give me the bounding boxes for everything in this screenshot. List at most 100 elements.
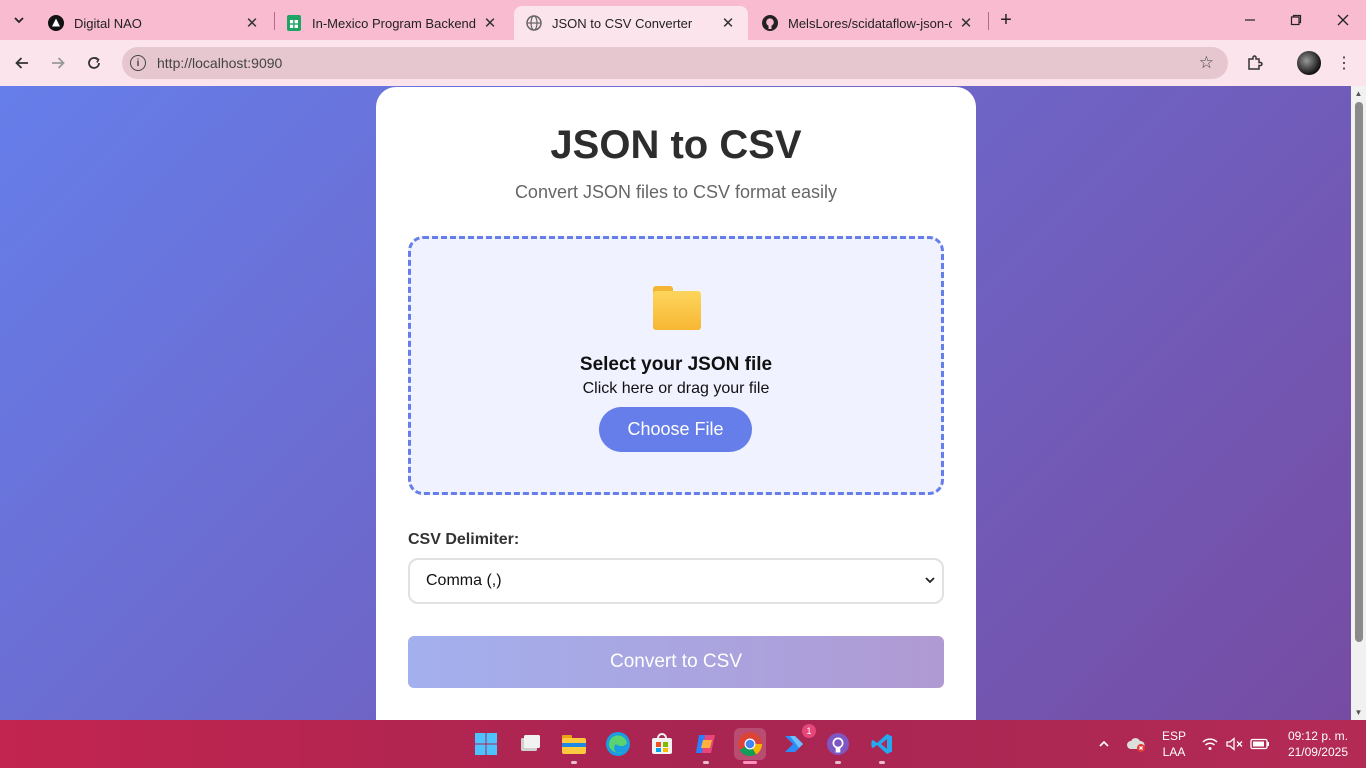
store-icon <box>652 733 672 754</box>
close-window-button[interactable] <box>1320 0 1366 40</box>
clock-time: 09:12 p. m. <box>1287 729 1348 743</box>
chevron-down-icon <box>14 17 24 24</box>
github-desktop-app[interactable] <box>822 728 854 764</box>
restore-icon <box>1290 14 1302 26</box>
reload-button[interactable] <box>80 49 108 77</box>
tab-title: In-Mexico Program Backend Gp <box>312 15 476 31</box>
address-bar[interactable]: i http://localhost:9090 ☆ <box>122 47 1228 79</box>
close-icon[interactable]: ✕ <box>244 15 260 32</box>
page-title: JSON to CSV <box>550 123 802 167</box>
notification-badge: 1 <box>802 724 816 738</box>
delimiter-select[interactable]: Comma (,) <box>408 558 944 604</box>
github-icon <box>762 15 778 31</box>
url-text[interactable]: http://localhost:9090 <box>157 55 282 71</box>
onedrive-status[interactable] <box>1124 720 1148 768</box>
windows-logo-icon <box>475 733 497 755</box>
vscode-app[interactable] <box>866 728 898 764</box>
tab-title: Digital NAO <box>74 15 142 31</box>
convert-button[interactable]: Convert to CSV <box>408 636 944 688</box>
task-view-button[interactable] <box>514 728 546 760</box>
tab-github-repo[interactable]: MelsLores/scidataflow-json-csv ✕ <box>750 6 986 40</box>
page-viewport: JSON to CSV Convert JSON files to CSV fo… <box>0 86 1366 720</box>
input-language[interactable]: ESP LAA <box>1156 720 1192 768</box>
site-info-icon[interactable]: i <box>130 55 146 71</box>
wifi-icon <box>1202 738 1218 750</box>
dropzone-hint: Click here or drag your file <box>582 380 770 397</box>
globe-icon <box>526 15 542 31</box>
plus-icon: + <box>1000 8 1012 31</box>
converter-card: JSON to CSV Convert JSON files to CSV fo… <box>376 87 976 720</box>
triangle-logo-icon <box>48 15 64 31</box>
copilot-icon <box>696 735 715 753</box>
start-button[interactable] <box>470 728 502 760</box>
edge-app[interactable] <box>602 728 634 760</box>
tab-title: MelsLores/scidataflow-json-csv <box>788 15 952 31</box>
clock-date: 21/09/2025 <box>1287 745 1348 759</box>
scroll-up-arrow-icon[interactable]: ▲ <box>1354 89 1363 98</box>
chevron-up-icon <box>1099 740 1109 747</box>
profile-avatar[interactable] <box>1297 51 1321 75</box>
tab-digital-nao[interactable]: Digital NAO ✕ <box>36 6 272 40</box>
show-hidden-icons-button[interactable] <box>1094 720 1114 768</box>
close-icon <box>1337 14 1349 26</box>
delimiter-label: CSV Delimiter: <box>408 531 520 548</box>
chrome-app[interactable] <box>734 728 766 764</box>
more-vertical-icon: ⋮ <box>1336 55 1352 72</box>
close-icon[interactable]: ✕ <box>958 15 974 32</box>
arrow-left-icon <box>15 57 28 69</box>
forward-button[interactable] <box>44 49 72 77</box>
chrome-icon <box>738 732 762 757</box>
github-icon <box>827 733 849 755</box>
browser-toolbar: i http://localhost:9090 ☆ ⋮ <box>0 40 1366 86</box>
file-dropzone[interactable]: Select your JSON file Click here or drag… <box>408 236 944 495</box>
sheets-icon <box>286 15 302 31</box>
tab-search-button[interactable] <box>6 7 32 33</box>
store-app[interactable] <box>646 728 678 760</box>
battery-status[interactable] <box>1249 720 1271 768</box>
edge-icon <box>606 732 630 756</box>
page-subtitle: Convert JSON files to CSV format easily <box>514 182 838 202</box>
taskbar: 1 ESP LAA 09:12 p. m. 21/09/2025 <box>0 720 1366 768</box>
volume-status[interactable] <box>1224 720 1246 768</box>
power-automate-app[interactable]: 1 <box>778 724 816 760</box>
system-clock[interactable]: 09:12 p. m. 21/09/2025 <box>1274 720 1348 768</box>
restore-button[interactable] <box>1273 0 1319 40</box>
minimize-button[interactable] <box>1227 0 1273 40</box>
reload-icon <box>88 56 100 69</box>
scroll-thumb[interactable] <box>1355 102 1363 642</box>
tab-divider <box>988 12 989 30</box>
tab-in-mexico-program[interactable]: In-Mexico Program Backend Gp ✕ <box>274 6 510 40</box>
file-explorer-app[interactable] <box>558 728 590 764</box>
keyboard-layout: LAA <box>1162 745 1186 759</box>
file-explorer-icon <box>562 735 586 754</box>
arrow-right-icon <box>52 57 65 69</box>
minimize-icon <box>1245 19 1255 21</box>
cloud-error-icon <box>1127 738 1145 752</box>
browser-menu-button[interactable]: ⋮ <box>1332 51 1356 75</box>
choose-file-button[interactable]: Choose File <box>599 407 752 452</box>
tab-strip: Digital NAO ✕ In-Mexico Program Backend … <box>0 0 1366 40</box>
chevron-down-icon <box>924 574 936 589</box>
back-button[interactable] <box>8 49 36 77</box>
scroll-down-arrow-icon[interactable]: ▼ <box>1354 708 1363 717</box>
tab-title: JSON to CSV Converter <box>552 15 693 31</box>
close-icon[interactable]: ✕ <box>482 15 498 32</box>
power-automate-icon <box>785 736 803 752</box>
bookmark-star-icon[interactable]: ☆ <box>1199 53 1214 73</box>
dropzone-title: Select your JSON file <box>579 354 773 375</box>
volume-muted-icon <box>1226 737 1243 751</box>
tab-json-to-csv[interactable]: JSON to CSV Converter ✕ <box>514 6 748 40</box>
task-view-icon <box>521 735 540 751</box>
extensions-button[interactable] <box>1243 51 1267 75</box>
puzzle-icon <box>1248 55 1263 70</box>
delimiter-selected-value: Comma (,) <box>426 572 502 589</box>
copilot-app[interactable] <box>690 728 722 764</box>
folder-icon <box>653 286 701 330</box>
close-icon[interactable]: ✕ <box>720 15 736 32</box>
battery-icon <box>1250 738 1269 750</box>
new-tab-button[interactable]: + <box>994 8 1018 32</box>
language-code: ESP <box>1161 729 1186 743</box>
vscode-icon <box>871 734 892 754</box>
page-scrollbar[interactable]: ▲ ▼ <box>1351 86 1366 720</box>
wifi-status[interactable] <box>1200 720 1220 768</box>
